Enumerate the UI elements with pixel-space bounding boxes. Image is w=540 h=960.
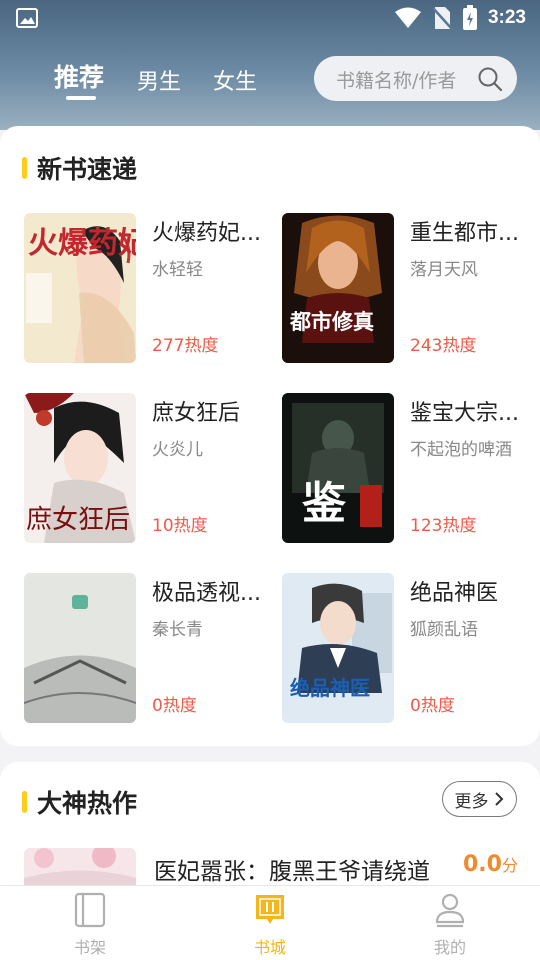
book-heat: 10热度 <box>152 516 208 536</box>
book-cover: 鉴 <box>282 393 394 543</box>
book-heat: 0热度 <box>152 696 197 716</box>
section-marker <box>22 791 27 813</box>
more-label: 更多 <box>454 791 489 812</box>
book-author: 落月天风 <box>410 260 478 280</box>
nav-label: 书架 <box>73 938 106 957</box>
book-cover: 绝品神医 <box>282 573 394 723</box>
no-sim-icon <box>432 7 452 29</box>
category-tabs: 推荐 男生 女生 <box>0 52 300 102</box>
section-title: 新书速递 <box>22 150 137 186</box>
nav-label: 书城 <box>253 938 286 957</box>
gallery-notification-icon <box>16 8 38 28</box>
tab-male[interactable]: 男生 <box>137 64 181 96</box>
book-heat: 243热度 <box>410 336 477 356</box>
wifi-icon <box>394 7 421 28</box>
book-heat: 277热度 <box>152 336 219 356</box>
book-title[interactable]: 绝品神医 <box>410 575 528 607</box>
search-input[interactable]: 书籍名称/作者 <box>314 56 517 101</box>
section-title-text: 大神热作 <box>37 789 138 818</box>
book-item[interactable]: 火爆药妃 火爆药妃... 水轻轻 277热度 <box>24 213 274 363</box>
book-cover <box>24 573 136 723</box>
svg-text:庶女狂后: 庶女狂后 <box>26 505 130 535</box>
book-cover <box>24 848 136 888</box>
battery-icon <box>462 5 477 30</box>
book-cover: 火爆药妃 <box>24 213 136 363</box>
search-icon[interactable] <box>477 66 503 92</box>
book-title[interactable]: 鉴宝大宗... <box>410 395 528 427</box>
status-bar: 3:23 <box>0 0 540 36</box>
book-author: 不起泡的啤酒 <box>410 440 512 460</box>
book-item[interactable]: 鉴 鉴宝大宗... 不起泡的啤酒 123热度 <box>282 393 532 543</box>
section-title-text: 新书速递 <box>37 155 138 184</box>
bookstore-icon <box>256 895 284 924</box>
section-marker <box>22 157 27 179</box>
svg-text:火爆药妃: 火爆药妃 <box>28 226 136 261</box>
book-heat: 123热度 <box>410 516 477 536</box>
book-score: 0.0分 <box>463 852 518 877</box>
book-author: 狐颜乱语 <box>410 620 478 640</box>
section-title: 大神热作 <box>22 784 137 820</box>
book-title[interactable]: 重生都市... <box>410 215 528 247</box>
bookshelf-icon <box>74 892 106 928</box>
book-author: 水轻轻 <box>152 260 203 280</box>
book-author: 火炎儿 <box>152 440 203 460</box>
book-item[interactable]: 极品透视... 秦长青 0热度 <box>24 573 274 723</box>
active-tab-indicator <box>66 96 96 100</box>
svg-text:鉴: 鉴 <box>301 478 347 529</box>
nav-bookstore[interactable]: 书城 <box>210 886 330 960</box>
book-title[interactable]: 庶女狂后 <box>152 395 270 427</box>
more-button[interactable]: 更多 <box>442 781 517 817</box>
bottom-nav: 书架 书城 我的 <box>0 885 540 960</box>
svg-text:都市修真: 都市修真 <box>289 310 374 334</box>
nav-profile[interactable]: 我的 <box>390 886 510 960</box>
book-item[interactable]: 绝品神医 绝品神医 狐颜乱语 0热度 <box>282 573 532 723</box>
book-title[interactable]: 医妃嚣张：腹黑王爷请绕道 <box>154 852 430 886</box>
book-cover: 庶女狂后 <box>24 393 136 543</box>
nav-label: 我的 <box>433 938 466 957</box>
nav-bookshelf[interactable]: 书架 <box>30 886 150 960</box>
book-item[interactable]: 都市修真 重生都市... 落月天风 243热度 <box>282 213 532 363</box>
svg-text:绝品神医: 绝品神医 <box>290 676 370 700</box>
search-placeholder: 书籍名称/作者 <box>336 70 457 92</box>
book-author: 秦长青 <box>152 620 203 640</box>
new-books-section: 新书速递 火爆药妃 火爆药妃... 水轻轻 277热度 都市修真 重生都市...… <box>0 126 540 746</box>
tab-recommend[interactable]: 推荐 <box>54 58 104 94</box>
book-item[interactable]: 庶女狂后 庶女狂后 火炎儿 10热度 <box>24 393 274 543</box>
book-cover: 都市修真 <box>282 213 394 363</box>
book-heat: 0热度 <box>410 696 455 716</box>
tab-female[interactable]: 女生 <box>213 64 257 96</box>
chevron-right-icon <box>494 792 503 806</box>
clock: 3:23 <box>487 7 526 28</box>
book-title[interactable]: 极品透视... <box>152 575 270 607</box>
book-title[interactable]: 火爆药妃... <box>152 215 270 247</box>
profile-icon <box>435 893 465 928</box>
